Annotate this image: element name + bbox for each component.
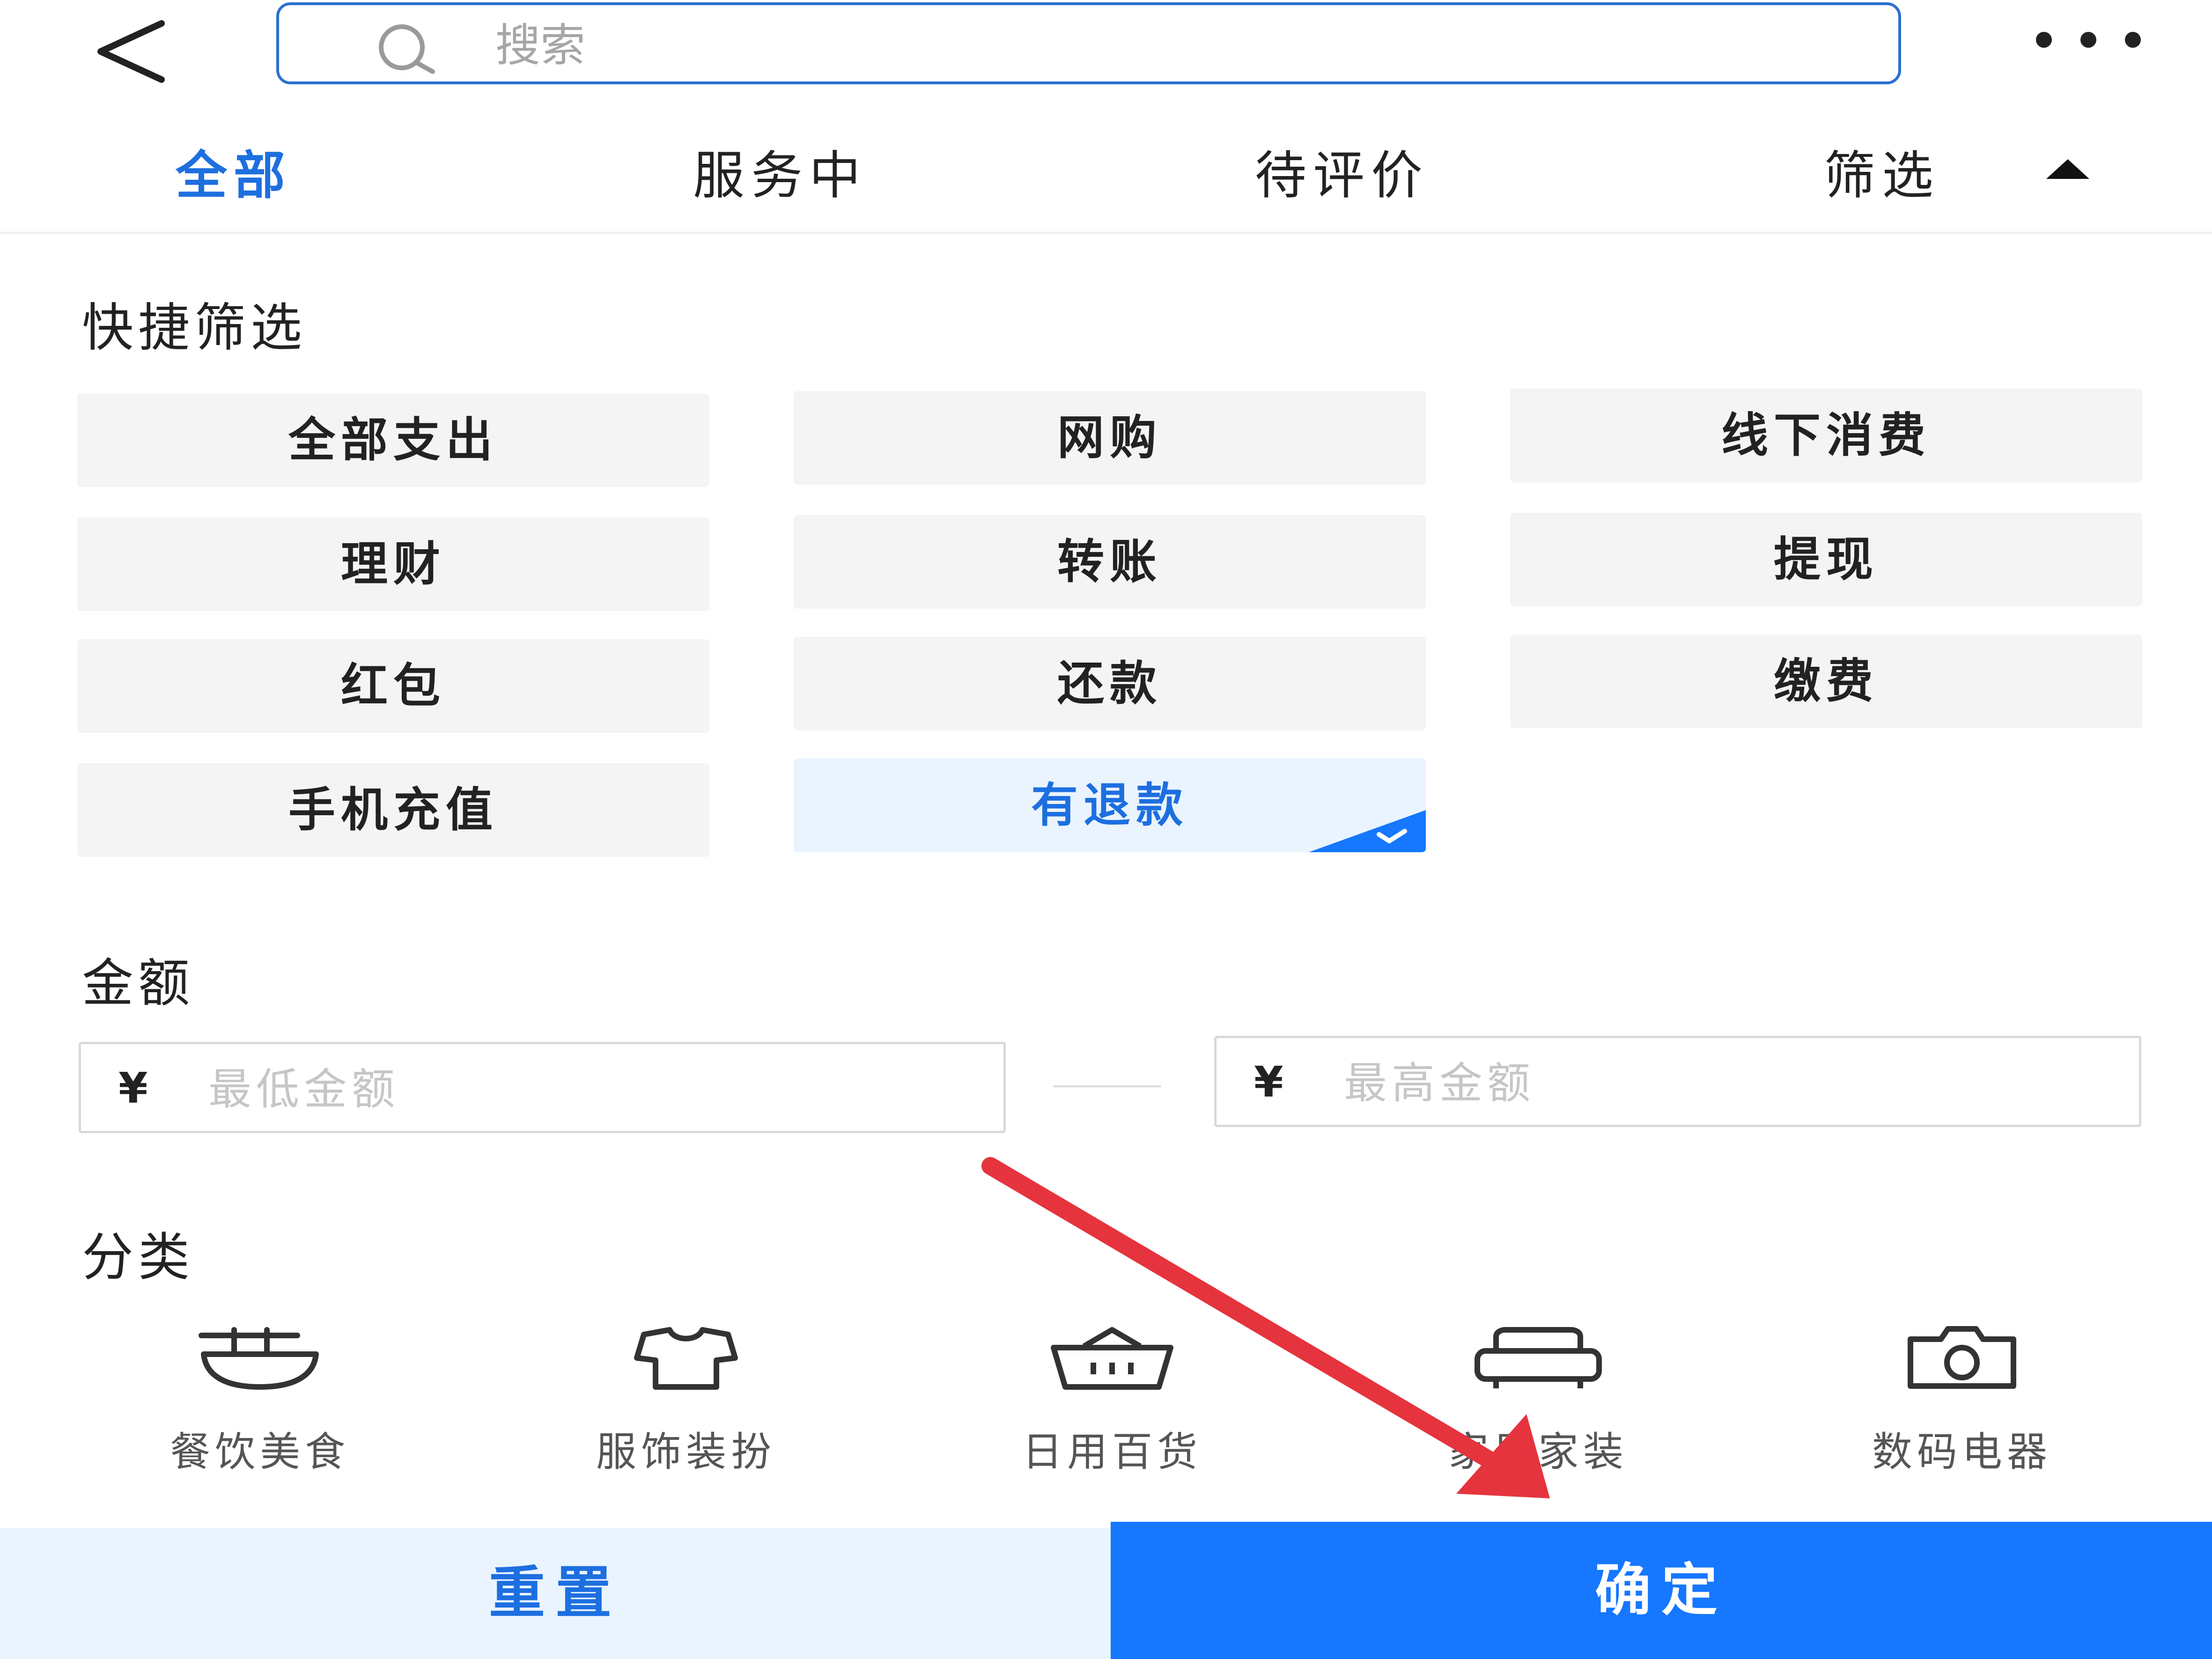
camera-icon <box>1908 1326 2016 1389</box>
range-separator <box>1054 1085 1161 1087</box>
tab-all[interactable]: 全部 <box>176 140 292 211</box>
currency-symbol: ¥ <box>1254 1058 1283 1107</box>
chip-mobile-topup[interactable]: 手机充值 <box>77 763 709 857</box>
chip-all-expense[interactable]: 全部支出 <box>77 393 709 487</box>
tshirt-icon <box>634 1327 738 1390</box>
quick-filter-title: 快捷筛选 <box>82 298 307 358</box>
tab-pending-review[interactable]: 待评价 <box>1255 140 1429 211</box>
category-apparel[interactable]: 服饰装扮 <box>508 1325 864 1480</box>
category-title: 分类 <box>82 1227 194 1287</box>
tab-in-service[interactable]: 服务中 <box>693 140 867 211</box>
category-label: 餐饮美食 <box>170 1429 350 1475</box>
more-button[interactable] <box>2032 19 2145 61</box>
chevron-left-icon <box>97 20 165 83</box>
chip-transfer[interactable]: 转账 <box>794 515 1426 609</box>
food-bowl-icon <box>199 1327 319 1390</box>
chip-offline-consumption[interactable]: 线下消费 <box>1510 389 2142 482</box>
check-corner-icon <box>1309 810 1426 852</box>
chip-repayment[interactable]: 还款 <box>794 637 1426 730</box>
chip-online-shopping[interactable]: 网购 <box>794 391 1426 485</box>
min-amount-input[interactable] <box>207 1058 982 1120</box>
min-amount-field[interactable]: ¥ <box>79 1042 1006 1133</box>
search-input[interactable] <box>494 15 1854 76</box>
chip-wealth[interactable]: 理财 <box>77 517 709 611</box>
category-home[interactable]: 家居家装 <box>1360 1325 1716 1480</box>
caret-up-icon[interactable] <box>2046 159 2089 179</box>
reset-button[interactable]: 重置 <box>0 1528 1111 1659</box>
category-food[interactable]: 餐饮美食 <box>82 1325 438 1480</box>
max-amount-field[interactable]: ¥ <box>1214 1036 2141 1127</box>
back-button[interactable] <box>91 16 176 87</box>
currency-symbol: ¥ <box>118 1064 148 1113</box>
chip-bill-payment[interactable]: 缴费 <box>1510 634 2142 728</box>
tab-filter[interactable]: 筛选 <box>1824 140 1940 211</box>
chip-withdraw[interactable]: 提现 <box>1510 513 2142 606</box>
category-daily-goods[interactable]: 日用百货 <box>934 1325 1290 1480</box>
category-digital[interactable]: 数码电器 <box>1784 1325 2140 1480</box>
chip-refunded[interactable]: 有退款 <box>794 759 1426 852</box>
max-amount-input[interactable] <box>1343 1052 2117 1114</box>
search-bar[interactable] <box>276 2 1901 84</box>
search-icon <box>379 24 435 74</box>
category-label: 数码电器 <box>1872 1429 2052 1475</box>
category-label: 日用百货 <box>1022 1429 1202 1475</box>
basket-icon <box>1051 1327 1173 1390</box>
category-label: 服饰装扮 <box>596 1429 776 1475</box>
category-label: 家居家装 <box>1448 1429 1628 1475</box>
chip-red-packet[interactable]: 红包 <box>77 639 709 733</box>
amount-title: 金额 <box>82 953 194 1013</box>
chip-refunded-label: 有退款 <box>1031 778 1188 833</box>
sofa-icon <box>1475 1327 1602 1388</box>
tab-divider <box>0 232 2212 234</box>
more-horizontal-icon <box>2036 32 2141 48</box>
confirm-button[interactable]: 确定 <box>1111 1522 2212 1659</box>
